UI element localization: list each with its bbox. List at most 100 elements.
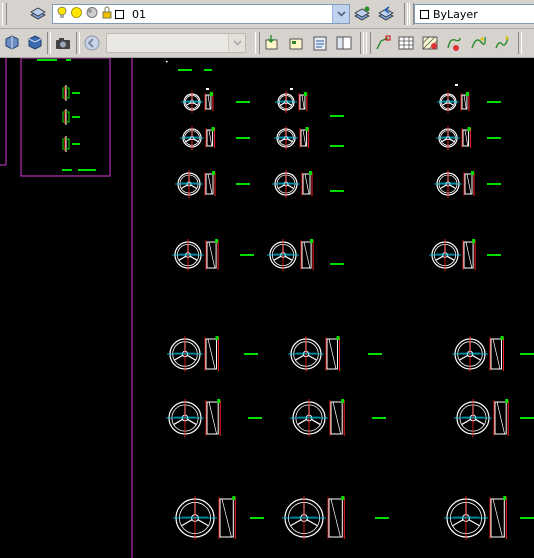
toolbar-grip[interactable]: [366, 32, 371, 54]
wheel-spoke: [273, 255, 282, 261]
side-profile: [207, 173, 213, 195]
color-control-combo[interactable]: ByLayer: [414, 4, 534, 24]
polyline-icon[interactable]: [373, 33, 393, 53]
wheel-spoke: [290, 519, 302, 527]
toolbar-separator: [76, 32, 80, 54]
design-center-icon[interactable]: [334, 33, 354, 53]
drawing-canvas[interactable]: •: [0, 58, 534, 558]
marker-text: [206, 88, 209, 90]
side-profile: [471, 171, 474, 175]
wheel-spoke: [190, 184, 198, 190]
toolbar-separator: [47, 32, 51, 54]
toolbar-grip[interactable]: [2, 3, 7, 25]
wheel-spoke: [287, 138, 293, 143]
wheel-spoke: [306, 519, 318, 527]
side-profile: [465, 92, 469, 96]
side-profile: [505, 399, 509, 403]
layer-viewport-freeze-icon[interactable]: [85, 6, 99, 22]
drawing-area[interactable]: •: [0, 58, 534, 558]
camera-icon[interactable]: [53, 33, 73, 53]
wheel-spoke: [197, 519, 209, 527]
marker-text: [290, 88, 293, 90]
layer-lock-icon[interactable]: [101, 6, 113, 22]
3d-view-icon[interactable]: [2, 33, 22, 53]
layer-combo[interactable]: 01: [52, 4, 350, 24]
attribute-icon[interactable]: [310, 33, 330, 53]
toolbar-grip[interactable]: [255, 32, 260, 54]
marker-text: [455, 84, 458, 86]
back-arrow-icon[interactable]: [82, 33, 102, 53]
side-profile: [207, 338, 216, 370]
side-profile: [472, 239, 476, 243]
dimension-text: [72, 92, 80, 94]
chevron-down-icon[interactable]: [228, 34, 245, 52]
wheel-spoke: [187, 418, 197, 426]
layer-color-square-icon: [115, 9, 124, 19]
side-profile: [465, 241, 473, 269]
wheel-spoke: [446, 255, 455, 261]
wheel-spoke: [448, 102, 454, 106]
make-block-icon[interactable]: [286, 33, 306, 53]
side-profile: [212, 171, 215, 175]
wheel-spoke: [468, 519, 480, 527]
side-profile: [330, 498, 341, 538]
dimension-text: [375, 517, 389, 519]
dimension-text: [330, 190, 344, 192]
wheel-spoke: [297, 418, 307, 426]
side-profile: [496, 401, 505, 435]
dimension-text: [236, 137, 250, 139]
side-profile: [303, 92, 307, 96]
make-object-layer-current-icon[interactable]: [352, 4, 372, 24]
view-combo[interactable]: [106, 33, 246, 53]
wheel-spoke: [449, 138, 455, 143]
dimension-text: [520, 417, 534, 419]
wheel-spoke: [435, 255, 444, 261]
spline-icon[interactable]: [468, 33, 488, 53]
wheel-spoke: [475, 418, 485, 426]
chevron-down-icon[interactable]: [332, 5, 349, 23]
side-profile: [208, 129, 213, 147]
dimension-text: [240, 254, 254, 256]
secondary-toolbar: [0, 29, 534, 58]
dimension-text: [250, 517, 264, 519]
wheel-spoke: [189, 255, 198, 261]
dimension-text: [248, 417, 262, 419]
layer-properties-icon[interactable]: [28, 4, 48, 24]
table-icon[interactable]: [396, 33, 416, 53]
3d-shade-icon[interactable]: [25, 33, 45, 53]
side-profile: [464, 129, 469, 147]
side-profile: [463, 94, 467, 110]
revcloud-icon[interactable]: [444, 33, 464, 53]
side-profile: [492, 498, 503, 538]
wheel-spoke: [193, 138, 199, 143]
dimension-text: [330, 115, 344, 117]
side-profile: [462, 129, 470, 147]
dimension-text: [204, 69, 212, 71]
layer-freeze-sun-icon[interactable]: [70, 6, 83, 22]
side-profile: [328, 338, 337, 370]
layer-previous-icon[interactable]: [376, 4, 396, 24]
side-profile: [300, 129, 308, 147]
dimension-text: [72, 143, 80, 145]
hatch-icon[interactable]: [420, 33, 440, 53]
wheel-spoke: [277, 184, 285, 190]
side-profile: [209, 92, 213, 96]
wheel-spoke: [286, 102, 292, 106]
side-profile: [215, 239, 219, 243]
dimension-text: [37, 59, 57, 61]
wheel-spoke: [186, 102, 192, 106]
toolbar-separator: [518, 32, 522, 54]
ellipse-icon[interactable]: [492, 33, 512, 53]
insert-block-icon[interactable]: [262, 33, 282, 53]
dimension-text: [66, 59, 71, 61]
side-profile: [206, 129, 214, 147]
dimension-text: [487, 101, 501, 103]
dimension-text: [372, 417, 386, 419]
dimension-text: [520, 517, 534, 519]
side-profile: [217, 399, 221, 403]
color-value: ByLayer: [433, 7, 478, 21]
layer-on-bulb-icon[interactable]: [56, 6, 68, 23]
wheel-spoke: [295, 354, 304, 361]
side-profile: [232, 496, 236, 500]
side-profile: [211, 127, 215, 131]
